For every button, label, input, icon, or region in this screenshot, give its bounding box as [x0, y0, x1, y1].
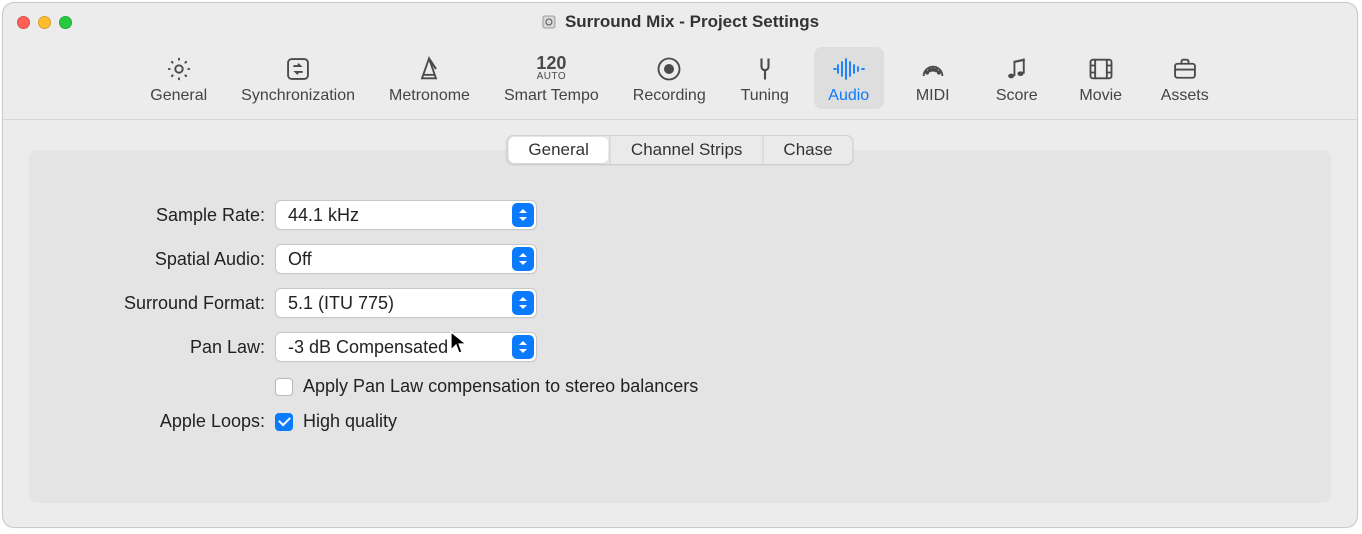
toolbar-recording[interactable]: Recording	[623, 47, 716, 109]
toolbar-general[interactable]: General	[140, 47, 217, 109]
tuning-fork-icon	[751, 53, 779, 85]
project-settings-window: Surround Mix - Project Settings General …	[2, 2, 1358, 528]
row-apple-loops: Apple Loops: High quality	[69, 411, 1291, 432]
toolbar-label: Movie	[1079, 87, 1122, 105]
tab-chase[interactable]: Chase	[762, 136, 852, 164]
briefcase-icon	[1171, 53, 1199, 85]
label-pan-law: Pan Law:	[69, 337, 275, 358]
label-high-quality: High quality	[303, 411, 397, 432]
toolbar-label: Synchronization	[241, 87, 355, 105]
row-spatial-audio: Spatial Audio: Off	[69, 244, 1291, 274]
record-icon	[655, 53, 683, 85]
popup-value: -3 dB Compensated	[288, 337, 448, 358]
checkbox-pan-law-compensation[interactable]	[275, 378, 293, 396]
label-spatial-audio: Spatial Audio:	[69, 249, 275, 270]
sub-tabs: General Channel Strips Chase	[506, 135, 853, 165]
row-pan-law-compensation: Apply Pan Law compensation to stereo bal…	[69, 376, 1291, 397]
popup-value: Off	[288, 249, 312, 270]
popup-surround-format[interactable]: 5.1 (ITU 775)	[275, 288, 537, 318]
chevron-updown-icon	[512, 291, 534, 315]
toolbar-audio[interactable]: Audio	[814, 47, 884, 109]
content-area: General Channel Strips Chase Sample Rate…	[3, 120, 1357, 527]
midi-icon	[919, 53, 947, 85]
toolbar-label: MIDI	[916, 87, 950, 105]
toolbar-label: Tuning	[741, 87, 789, 105]
toolbar-metronome[interactable]: Metronome	[379, 47, 480, 109]
popup-value: 44.1 kHz	[288, 205, 359, 226]
toolbar: General Synchronization Metronome 120 AU…	[3, 41, 1357, 120]
label-pan-law-compensation: Apply Pan Law compensation to stereo bal…	[303, 376, 698, 397]
app-icon	[541, 14, 557, 30]
toolbar-label: Audio	[828, 87, 869, 105]
tempo-mode: AUTO	[537, 71, 567, 83]
popup-pan-law[interactable]: -3 dB Compensated	[275, 332, 537, 362]
row-pan-law: Pan Law: -3 dB Compensated	[69, 332, 1291, 362]
chevron-updown-icon	[512, 335, 534, 359]
toolbar-tuning[interactable]: Tuning	[730, 47, 800, 109]
close-window-button[interactable]	[17, 16, 30, 29]
settings-panel: General Channel Strips Chase Sample Rate…	[29, 150, 1331, 503]
chevron-updown-icon	[512, 247, 534, 271]
toolbar-label: General	[150, 87, 207, 105]
toolbar-label: Smart Tempo	[504, 87, 599, 105]
gear-icon	[165, 53, 193, 85]
toolbar-movie[interactable]: Movie	[1066, 47, 1136, 109]
label-surround-format: Surround Format:	[69, 293, 275, 314]
label-sample-rate: Sample Rate:	[69, 205, 275, 226]
checkbox-high-quality[interactable]	[275, 413, 293, 431]
toolbar-label: Recording	[633, 87, 706, 105]
metronome-icon	[415, 53, 443, 85]
toolbar-label: Metronome	[389, 87, 470, 105]
tab-channel-strips[interactable]: Channel Strips	[610, 136, 763, 164]
toolbar-synchronization[interactable]: Synchronization	[231, 47, 365, 109]
toolbar-score[interactable]: Score	[982, 47, 1052, 109]
audio-general-form: Sample Rate: 44.1 kHz Spatial Audio: Off…	[29, 150, 1331, 452]
toolbar-smart-tempo[interactable]: 120 AUTO Smart Tempo	[494, 47, 609, 109]
toolbar-label: Assets	[1161, 87, 1209, 105]
window-title-text: Surround Mix - Project Settings	[565, 12, 819, 32]
popup-spatial-audio[interactable]: Off	[275, 244, 537, 274]
sync-icon	[284, 53, 312, 85]
toolbar-midi[interactable]: MIDI	[898, 47, 968, 109]
minimize-window-button[interactable]	[38, 16, 51, 29]
film-icon	[1087, 53, 1115, 85]
toolbar-label: Score	[996, 87, 1038, 105]
smart-tempo-icon: 120 AUTO	[536, 53, 566, 85]
popup-sample-rate[interactable]: 44.1 kHz	[275, 200, 537, 230]
popup-value: 5.1 (ITU 775)	[288, 293, 394, 314]
toolbar-assets[interactable]: Assets	[1150, 47, 1220, 109]
tab-general[interactable]: General	[508, 137, 608, 163]
chevron-updown-icon	[512, 203, 534, 227]
zoom-window-button[interactable]	[59, 16, 72, 29]
tempo-value: 120	[536, 55, 566, 71]
label-apple-loops: Apple Loops:	[69, 411, 275, 432]
window-controls	[17, 16, 72, 29]
waveform-icon	[832, 53, 866, 85]
window-title: Surround Mix - Project Settings	[541, 12, 819, 32]
row-sample-rate: Sample Rate: 44.1 kHz	[69, 200, 1291, 230]
row-surround-format: Surround Format: 5.1 (ITU 775)	[69, 288, 1291, 318]
titlebar: Surround Mix - Project Settings	[3, 3, 1357, 41]
music-notes-icon	[1003, 53, 1031, 85]
